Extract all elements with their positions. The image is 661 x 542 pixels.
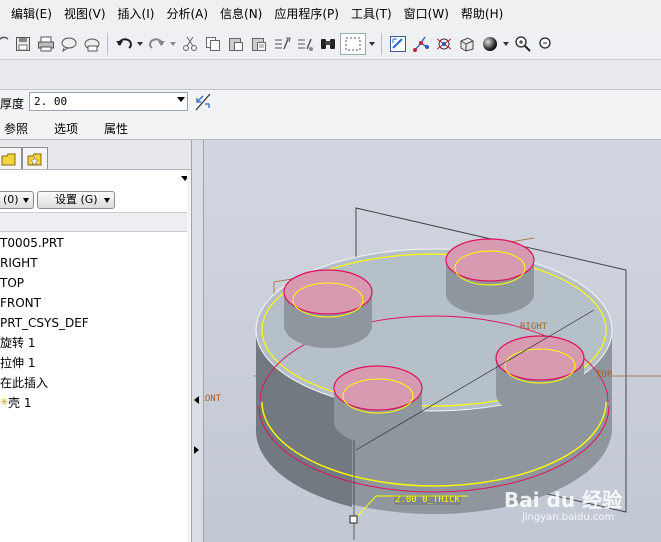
thickness-value: 2. 00 — [34, 95, 68, 108]
save-icon[interactable] — [12, 33, 33, 55]
navigator-tabs — [0, 140, 191, 170]
paste-icon[interactable] — [225, 33, 246, 55]
label-front: FRONT — [204, 394, 222, 404]
part-model — [254, 207, 661, 540]
boss-back-left — [283, 269, 373, 348]
zoom-out-icon[interactable] — [535, 33, 556, 55]
toolbar-separator — [107, 32, 108, 55]
dashboard-tabs: 参照 选项 属性 — [0, 120, 150, 137]
spin-center-icon[interactable] — [410, 33, 431, 55]
menu-tools[interactable]: 工具(T) — [345, 0, 398, 28]
shading-icon[interactable] — [479, 33, 500, 55]
tree-item-shell-label: 壳 1 — [8, 396, 32, 410]
send-icon[interactable] — [58, 33, 79, 55]
boss-front-right — [495, 335, 585, 416]
tab-favorites[interactable] — [22, 147, 48, 169]
main-toolbar — [0, 28, 661, 60]
toolbar-separator — [381, 32, 382, 55]
regenerate-icon[interactable] — [271, 33, 292, 55]
menu-info[interactable]: 信息(N) — [214, 0, 268, 28]
tree-column-header — [0, 212, 187, 232]
redo-icon[interactable] — [146, 33, 167, 55]
watermark-url: jingyan.baidu.com — [522, 512, 615, 523]
thickness-input[interactable]: 2. 00 — [29, 92, 188, 111]
thickness-dropdown-icon[interactable] — [177, 97, 185, 102]
tree-buttons: (0) 设置 (G) — [0, 190, 191, 212]
tab-options[interactable]: 选项 — [54, 120, 78, 137]
redo-dropdown-icon[interactable] — [169, 33, 177, 55]
secondary-toolbar — [0, 60, 661, 90]
tree-item-right[interactable]: RIGHT — [0, 254, 38, 272]
tree-item-csys[interactable]: PRT_CSYS_DEF — [0, 314, 89, 332]
paste-special-icon[interactable] — [248, 33, 269, 55]
show-button[interactable]: (0) — [0, 191, 34, 209]
chevron-down-icon — [104, 198, 110, 203]
refresh-icon[interactable] — [0, 33, 10, 55]
undo-dropdown-icon[interactable] — [136, 33, 144, 55]
tree-item-extrude[interactable]: 拉伸 1 — [0, 354, 35, 372]
settings-button-label: 设置 (G) — [55, 193, 98, 206]
label-top: TOP — [596, 370, 613, 380]
select-dropdown-icon[interactable] — [368, 33, 376, 55]
tree-item-top[interactable]: TOP — [0, 274, 24, 292]
thickness-dimension[interactable]: 2.00 0_THICK — [394, 495, 462, 505]
menu-insert[interactable]: 插入(I) — [112, 0, 161, 28]
menu-window[interactable]: 窗口(W) — [398, 0, 455, 28]
settings-button[interactable]: 设置 (G) — [37, 191, 115, 209]
tree-item-revolve[interactable]: 旋转 1 — [0, 334, 35, 352]
menu-view[interactable]: 视图(V) — [58, 0, 112, 28]
watermark-brand: Bai du 经验 — [504, 488, 623, 512]
tab-folder[interactable] — [0, 147, 22, 169]
thickness-label: 厚度 — [0, 97, 25, 111]
select-box-icon[interactable] — [340, 32, 366, 55]
orient-icon[interactable] — [433, 33, 454, 55]
repaint-icon[interactable] — [387, 33, 408, 55]
menu-bar: 编辑(E) 视图(V) 插入(I) 分析(A) 信息(N) 应用程序(P) 工具… — [0, 0, 661, 28]
saved-views-icon[interactable] — [456, 33, 477, 55]
menu-analysis[interactable]: 分析(A) — [160, 0, 214, 28]
undo-icon[interactable] — [113, 33, 134, 55]
boss-back-right — [445, 238, 535, 315]
find-icon[interactable] — [317, 33, 338, 55]
model-tree-panel: (0) 设置 (G) T0005.PRT RIGHT TOP FRONT PRT… — [0, 140, 192, 542]
zoom-in-icon[interactable] — [512, 33, 533, 55]
tree-item-part[interactable]: T0005.PRT — [0, 234, 64, 252]
show-button-label: (0) — [3, 193, 19, 206]
boss-front-left — [333, 365, 423, 444]
menu-help[interactable]: 帮助(H) — [455, 0, 509, 28]
send-mail-icon[interactable] — [81, 33, 102, 55]
chevron-down-icon — [23, 198, 29, 203]
shading-dropdown-icon[interactable] — [502, 33, 510, 55]
shell-dashboard: 厚度 2. 00 参照 选项 属性 — [0, 90, 661, 140]
tree-item-shell[interactable]: ✳壳 1 — [0, 394, 31, 412]
tree-filter-bar — [0, 170, 191, 190]
tree-item-front[interactable]: FRONT — [0, 294, 41, 312]
label-right: RIGHT — [520, 322, 548, 332]
cut-icon[interactable] — [179, 33, 200, 55]
flip-direction-icon[interactable] — [194, 92, 212, 115]
tree-item-insert-here[interactable]: 在此插入 — [0, 374, 48, 392]
graphics-viewport[interactable]: RIGHT TOP FRONT 2.00 0_THICK Bai du 经验 j… — [204, 140, 661, 542]
copy-icon[interactable] — [202, 33, 223, 55]
shell-feature-icon: ✳ — [0, 397, 9, 408]
expand-right-icon[interactable] — [194, 446, 199, 454]
print-icon[interactable] — [35, 33, 56, 55]
menu-applications[interactable]: 应用程序(P) — [268, 0, 345, 28]
menu-edit[interactable]: 编辑(E) — [5, 0, 58, 28]
drag-handle[interactable] — [349, 515, 358, 524]
tree-scrollbar[interactable] — [187, 170, 191, 542]
collapse-left-icon[interactable] — [194, 396, 199, 404]
tab-references[interactable]: 参照 — [4, 120, 28, 137]
tab-properties[interactable]: 属性 — [104, 120, 128, 137]
regen-manager-icon[interactable] — [294, 33, 315, 55]
panel-splitter[interactable] — [192, 140, 204, 542]
